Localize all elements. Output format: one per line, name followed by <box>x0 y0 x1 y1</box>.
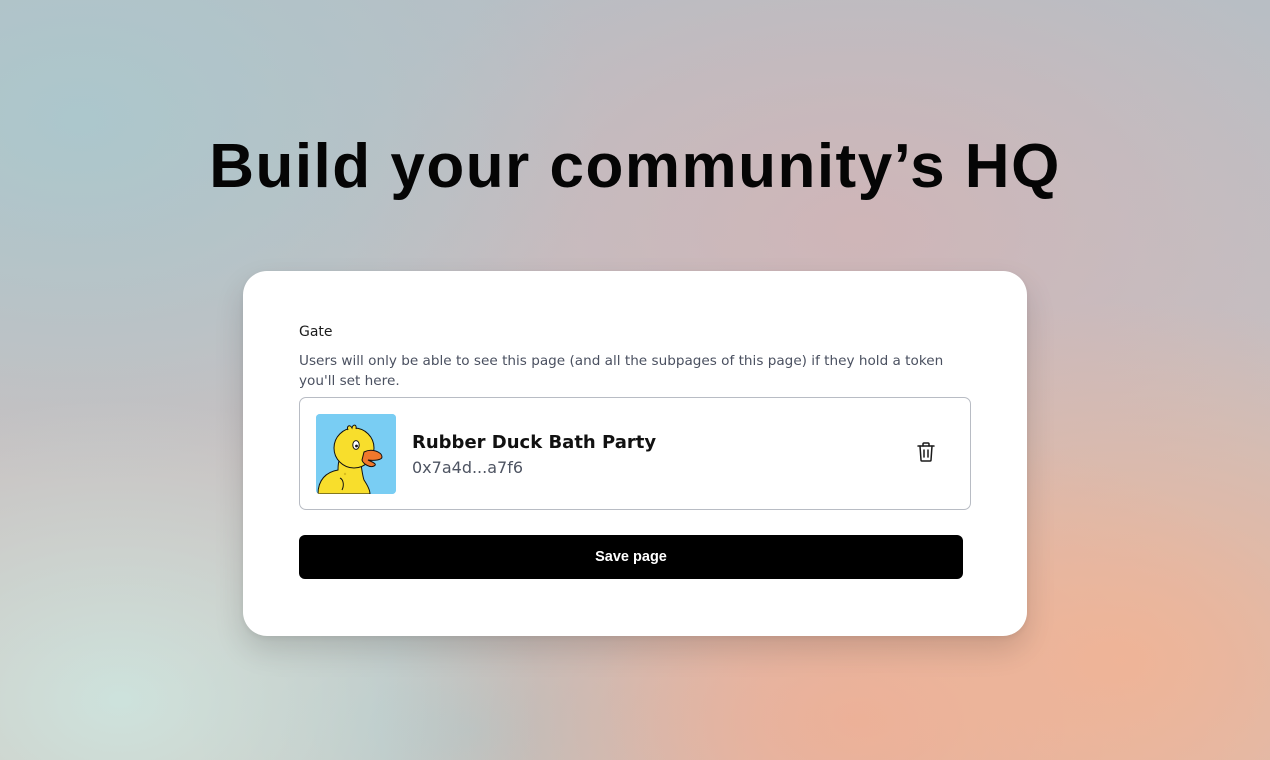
save-page-button[interactable]: Save page <box>299 535 963 579</box>
token-name: Rubber Duck Bath Party <box>412 432 657 453</box>
trash-icon <box>917 442 935 462</box>
token-item: Rubber Duck Bath Party 0x7a4d...a7f6 <box>299 397 971 510</box>
token-address: 0x7a4d...a7f6 <box>412 458 524 477</box>
token-thumbnail <box>316 414 396 494</box>
page-title: Build your community’s HQ <box>209 132 1061 201</box>
gate-description: Users will only be able to see this page… <box>299 353 944 389</box>
remove-token-button[interactable] <box>912 438 940 466</box>
gate-card: Gate Users will only be able to see this… <box>243 271 1027 636</box>
rubber-duck-image <box>316 414 396 494</box>
gate-label: Gate <box>299 324 333 340</box>
